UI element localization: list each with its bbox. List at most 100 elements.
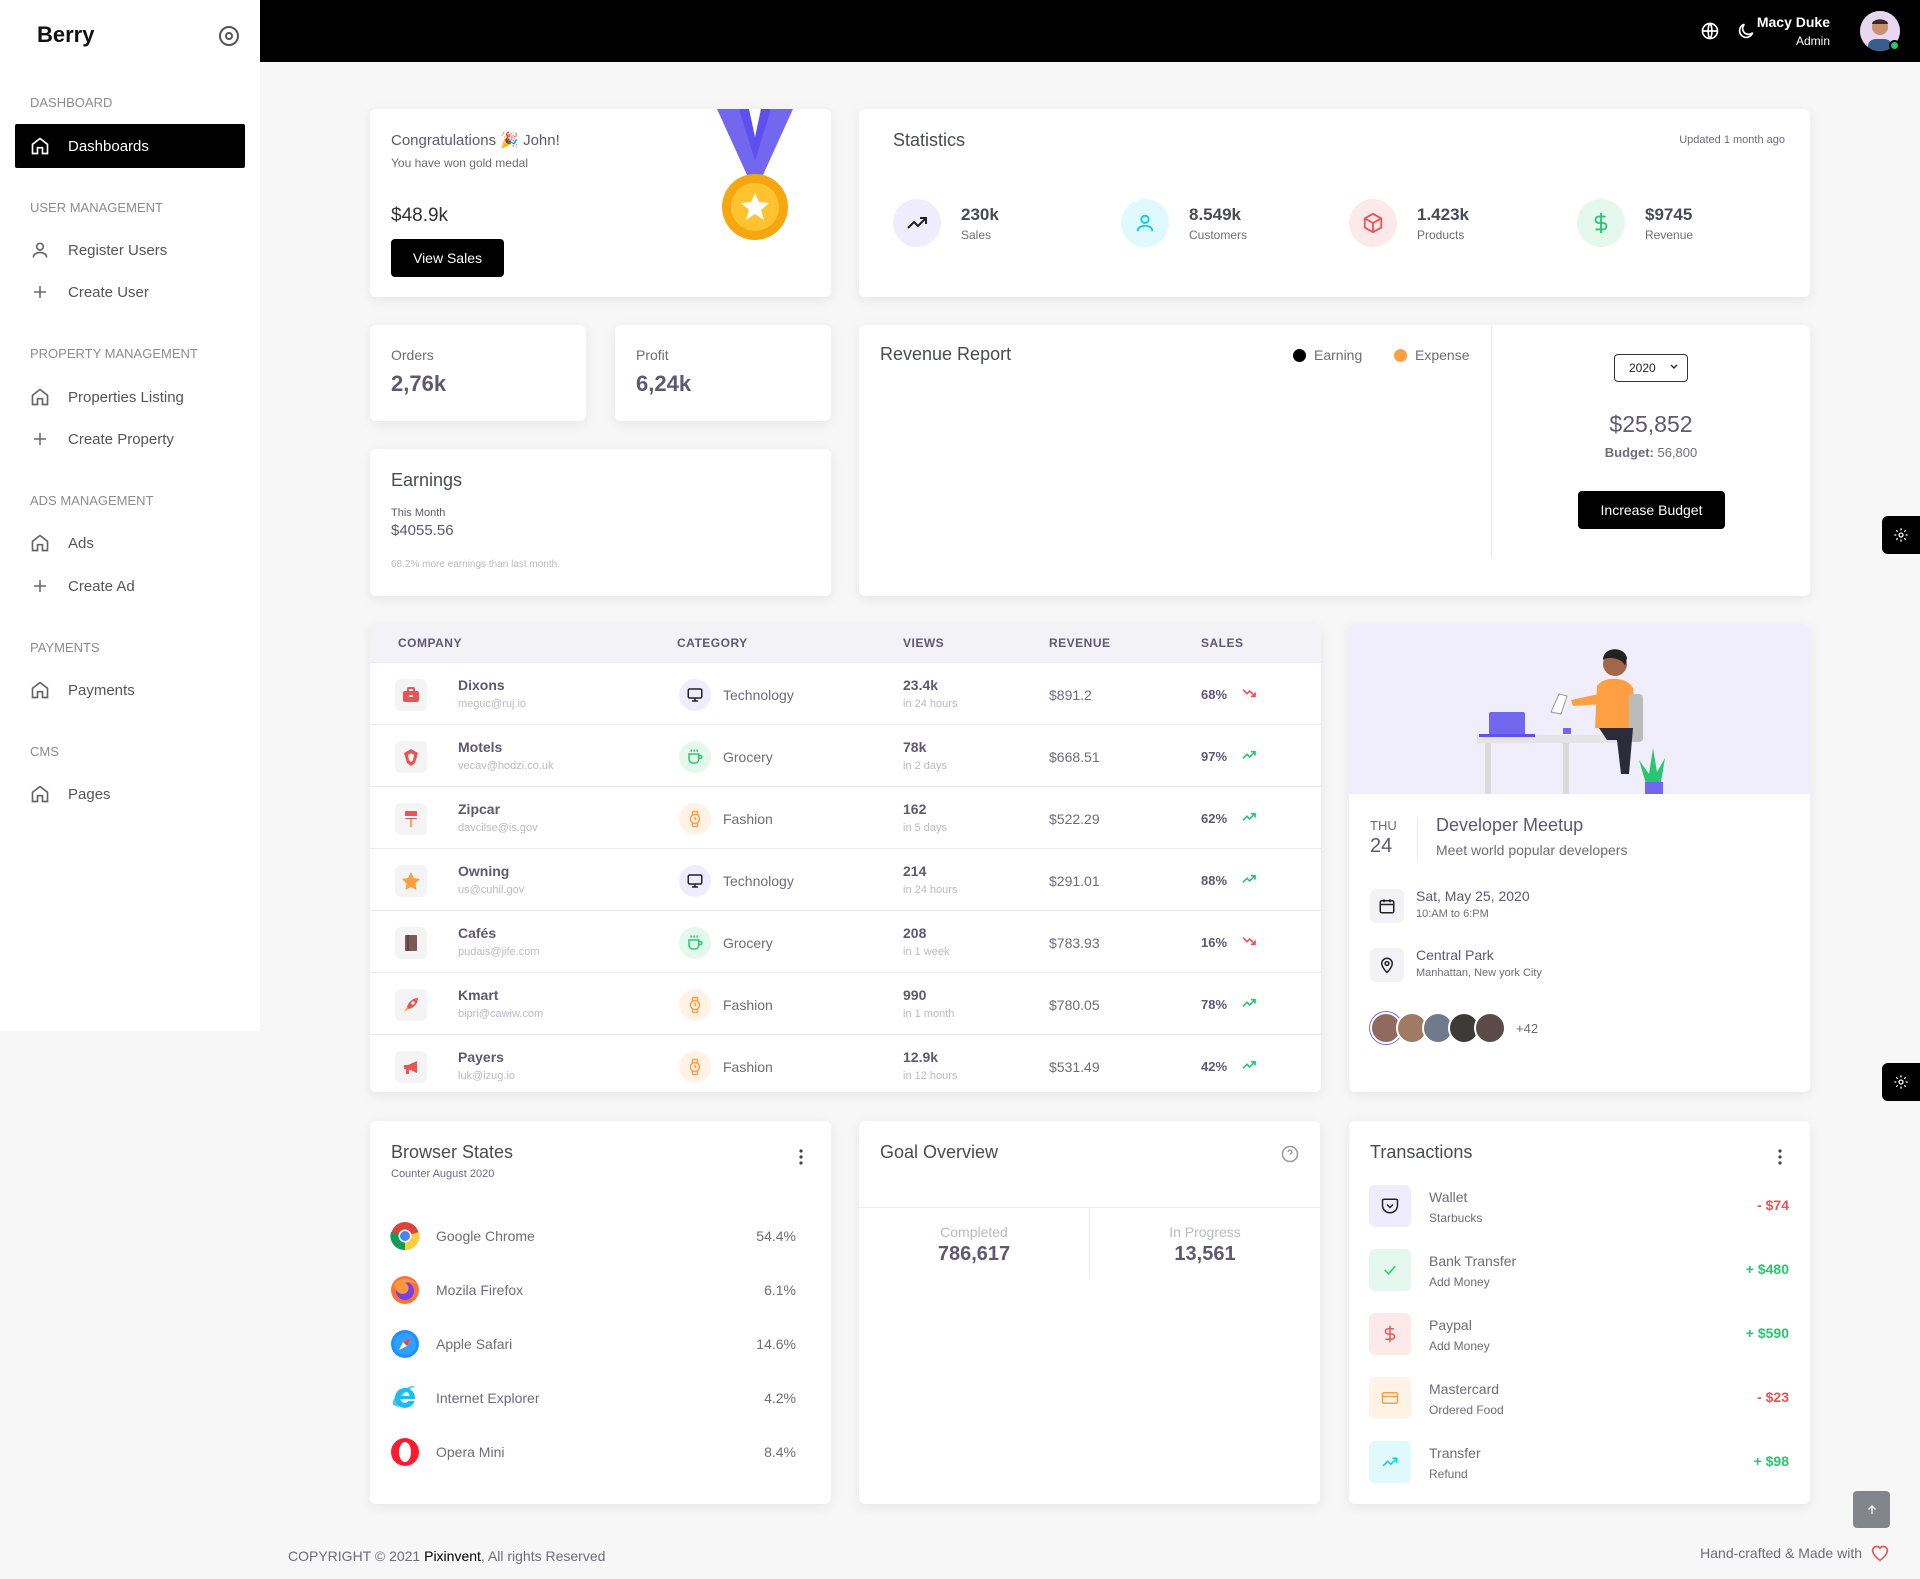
sidebar-item-dashboards[interactable]: Dashboards [15, 124, 245, 168]
transaction-row[interactable]: Mastercard Ordered Food - $23 [1369, 1377, 1789, 1421]
rocket-icon [395, 989, 427, 1021]
company-email: davcilse@is.gov [458, 822, 538, 834]
sidebar-toggle-icon[interactable] [219, 26, 239, 46]
sidebar-item-properties-listing[interactable]: Properties Listing [15, 375, 245, 419]
table-row[interactable]: Cafés pudais@jife.com Grocery 208 in 1 w… [370, 910, 1321, 972]
browser-row: Opera Mini 8.4% [390, 1437, 796, 1467]
transaction-name: Bank Transfer [1429, 1253, 1517, 1269]
heart-icon [1871, 1545, 1889, 1562]
transaction-row[interactable]: Bank Transfer Add Money + $480 [1369, 1249, 1789, 1293]
year-select[interactable]: 2020 [1614, 354, 1688, 382]
transaction-sub: Add Money [1429, 1275, 1490, 1289]
legend-label: Expense [1415, 347, 1470, 363]
table-row[interactable]: Dixons meguc@ruj.io Technology 23.4k in … [370, 662, 1321, 724]
meetup-where: Central Park [1416, 947, 1494, 963]
copyright-text: COPYRIGHT © 2021 [288, 1548, 421, 1564]
company-email: us@cuhil.gov [458, 884, 525, 896]
transaction-amount: - $23 [1757, 1389, 1789, 1405]
category-label: Grocery [723, 935, 773, 951]
sidebar-item-register-users[interactable]: Register Users [15, 228, 245, 272]
more-vertical-icon[interactable] [799, 1149, 803, 1170]
trending-up-icon [1241, 871, 1257, 891]
company-name: Cafés [458, 925, 497, 941]
watch-icon [679, 803, 711, 835]
profit-card: Profit 6,24k [615, 325, 831, 421]
transaction-row[interactable]: Paypal Add Money + $590 [1369, 1313, 1789, 1357]
revenue-report-title: Revenue Report [880, 344, 1012, 364]
home-icon [30, 533, 50, 553]
sidebar-item-label: Create Property [68, 430, 174, 448]
legend-dot [1293, 348, 1306, 362]
statistics-card: Statistics Updated 1 month ago 230k Sales… [859, 109, 1810, 297]
sidebar-item-ads[interactable]: Ads [15, 521, 245, 565]
nav-section-payments: PAYMENTS [30, 640, 100, 655]
sidebar-item-create-ad[interactable]: Create Ad [15, 564, 245, 608]
customizer-gear-button[interactable] [1882, 516, 1920, 554]
avatar[interactable] [1474, 1012, 1506, 1044]
increase-budget-button[interactable]: Increase Budget [1578, 491, 1725, 529]
table-row[interactable]: Zipcar davcilse@is.gov Fashion 162 in 5 … [370, 786, 1321, 848]
table-row[interactable]: Kmart bipri@cawiw.com Fashion 990 in 1 m… [370, 972, 1321, 1034]
revenue-report-card: Revenue Report Earning Expense 2020 $25,… [859, 325, 1810, 596]
browser-percent: 6.1% [764, 1282, 796, 1298]
trending-up-icon [893, 199, 941, 247]
congrats-title: Congratulations 🎉 John! [391, 132, 560, 149]
revenue-value: $668.51 [1049, 749, 1100, 765]
budget-label: Budget: [1604, 445, 1654, 460]
profit-value: 6,24k [636, 371, 692, 396]
table-header: COMPANY CATEGORY VIEWS REVENUE SALES [370, 624, 1321, 662]
stat-value: 230k [961, 204, 999, 224]
transaction-row[interactable]: Transfer Refund + $98 [1369, 1441, 1789, 1485]
table-row[interactable]: Motels vecav@hodzi.co.uk Grocery 78k in … [370, 724, 1321, 786]
view-sales-button[interactable]: View Sales [391, 239, 504, 277]
sidebar-item-pages[interactable]: Pages [15, 772, 245, 816]
developer-meetup-card: THU 24 Developer Meetup Meet world popul… [1349, 624, 1810, 1092]
user-icon [1121, 199, 1169, 247]
brush-icon [395, 803, 427, 835]
monitor-icon [679, 865, 711, 897]
transaction-name: Mastercard [1429, 1381, 1500, 1397]
table-row[interactable]: Owning us@cuhil.gov Technology 214 in 24… [370, 848, 1321, 910]
dollar-icon [1369, 1313, 1411, 1355]
firefox-icon [391, 1276, 419, 1304]
browser-percent: 54.4% [756, 1228, 796, 1244]
stat-label: Products [1417, 227, 1465, 242]
stat-label: Sales [961, 227, 992, 242]
table-row[interactable]: Payers luk@izug.io Fashion 12.9k in 12 h… [370, 1034, 1321, 1096]
sidebar-item-payments[interactable]: Payments [15, 668, 245, 712]
sidebar-item-create-property[interactable]: Create Property [15, 417, 245, 461]
user-name[interactable]: Macy Duke [1757, 14, 1830, 30]
sidebar-item-create-user[interactable]: Create User [15, 270, 245, 314]
brand-logo[interactable]: Berry [37, 22, 94, 48]
moon-icon[interactable] [1736, 21, 1756, 41]
browser-row: Apple Safari 14.6% [390, 1329, 796, 1359]
watch-icon [679, 1051, 711, 1083]
stat-value: $9745 [1645, 204, 1693, 224]
stat-products: 1.423k Products [1349, 199, 1469, 247]
chrome-icon [390, 1222, 420, 1251]
company-link[interactable]: Pixinvent [424, 1548, 481, 1564]
transaction-name: Wallet [1429, 1189, 1468, 1205]
scroll-top-button[interactable] [1853, 1491, 1890, 1528]
shield-logo-icon [395, 741, 427, 773]
sidebar-item-label: Create User [68, 283, 149, 301]
views-value: 990 [903, 987, 927, 1003]
company-name: Kmart [458, 987, 499, 1003]
more-vertical-icon[interactable] [1778, 1149, 1782, 1170]
meetup-where-sub: Manhattan, New york City [1416, 967, 1542, 979]
globe-icon[interactable] [1700, 21, 1720, 41]
views-time: in 1 month [903, 1008, 955, 1020]
legend-earning: Earning [1293, 347, 1362, 363]
statistics-title: Statistics [893, 130, 966, 150]
goal-overview-card: Goal Overview Completed 786,617 In Progr… [859, 1121, 1320, 1504]
help-circle-icon[interactable] [1281, 1145, 1299, 1168]
ie-icon [392, 1385, 417, 1408]
congrats-amount: $48.9k [391, 205, 449, 226]
category-label: Fashion [723, 811, 773, 827]
meetup-subtitle: Meet world popular developers [1436, 842, 1628, 858]
stat-revenue: $9745 Revenue [1577, 199, 1693, 247]
company-name: Payers [458, 1049, 504, 1065]
transaction-row[interactable]: Wallet Starbucks - $74 [1369, 1185, 1789, 1229]
company-email: vecav@hodzi.co.uk [458, 760, 554, 772]
customizer-gear-button[interactable] [1882, 1063, 1920, 1101]
